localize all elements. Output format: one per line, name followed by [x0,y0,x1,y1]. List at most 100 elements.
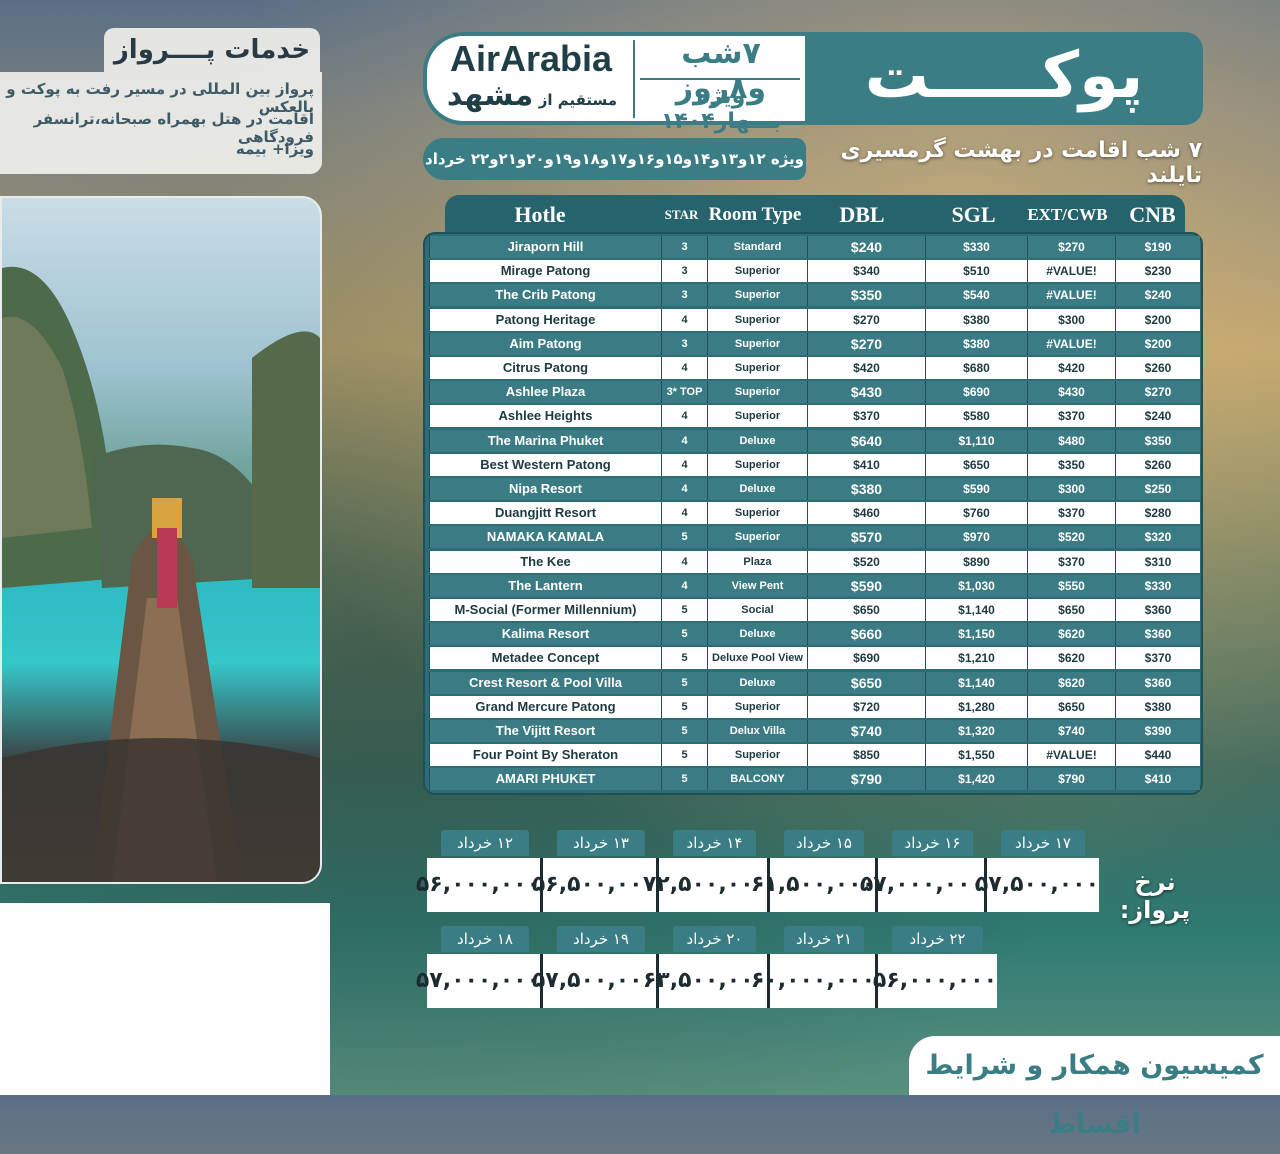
cell-sgl: $380 [925,308,1027,331]
cell-room: Superior [707,308,807,331]
cell-cnb: $260 [1115,357,1200,379]
fare-price: ۶۰,۰۰۰,۰۰۰ [751,954,878,1008]
fare-date-tab: ۱۴ خرداد [673,830,756,856]
cell-sgl: $1,110 [925,429,1027,452]
table-row: Metadee Concept 5 Deluxe Pool View $690 $1,2… [429,647,1200,670]
cell-room: Superior [707,260,807,283]
cell-star: 3 [661,332,707,355]
table-row: Jiraporn Hill 3 Standard $240 $330 $270 $190 [429,236,1200,258]
table-row: Ashlee Heights 4 Superior $370 $580 $370 $240 [429,405,1200,428]
cell-sgl: $510 [925,260,1027,283]
origin-city: مشهد [446,78,534,113]
cell-room: BALCONY [707,768,807,791]
fare-date-tab: ۲۱ خرداد [784,926,864,952]
cell-ext: $420 [1027,357,1115,379]
cell-ext: #VALUE! [1027,260,1115,283]
cell-room: Superior [707,284,807,307]
fare-date-tab: ۱۲ خرداد [441,830,529,856]
cell-dbl: $370 [807,405,925,428]
flight-fare-label: نرخ پرواز: [1119,868,1191,924]
cell-room: Deluxe Pool View [707,647,807,670]
cell-star: 4 [661,550,707,573]
cell-star: 5 [661,647,707,670]
cell-cnb: $280 [1115,502,1200,525]
cell-cnb: $370 [1115,647,1200,670]
table-row: Mirage Patong 3 Superior $340 $510 #VALUE! $23… [429,260,1200,283]
cell-ext: $370 [1027,502,1115,525]
cell-star: 5 [661,526,707,549]
airline-logo: AirArabia [449,38,613,79]
table-row: Four Point By Sheraton 5 Superior $850 $1,55… [429,744,1200,767]
cell-hotel: AMARI PHUKET [429,768,661,791]
cell-room: Superior [707,695,807,718]
hotel-table-header: Hotle STAR Room Type DBL SGL EXT/CWB CNB [445,195,1185,235]
cell-dbl: $340 [807,260,925,283]
cell-star: 4 [661,405,707,428]
cell-room: Delux Villa [707,720,807,742]
cell-hotel: Jiraporn Hill [429,236,661,258]
cell-star: 4 [661,308,707,331]
cell-room: Deluxe [707,623,807,646]
cell-room: Deluxe [707,429,807,452]
cell-dbl: $270 [807,332,925,355]
table-row: Crest Resort & Pool Villa 5 Deluxe $650 $1,1… [429,671,1200,694]
table-row: NAMAKA KAMALA 5 Superior $570 $970 $520 $320 [429,526,1200,549]
cell-star: 4 [661,478,707,500]
cell-ext: $790 [1027,768,1115,791]
cell-dbl: $240 [807,236,925,258]
header-sgl: SGL [951,202,996,227]
cell-room: Superior [707,332,807,355]
cell-ext: $650 [1027,599,1115,621]
cell-dbl: $430 [807,381,925,404]
hotel-price-table: Jiraporn Hill 3 Standard $240 $330 $270 $190 Mi… [423,232,1203,795]
cell-cnb: $320 [1115,526,1200,549]
cell-room: Superior [707,405,807,428]
cell-cnb: $260 [1115,453,1200,476]
cell-room: Superior [707,453,807,476]
cell-hotel: Crest Resort & Pool Villa [429,671,661,694]
cell-ext: $620 [1027,647,1115,670]
cell-cnb: $440 [1115,744,1200,767]
header-ext-cwb: EXT/CWB [1027,205,1108,224]
cell-hotel: Patong Heritage [429,308,661,331]
cell-dbl: $720 [807,695,925,718]
table-row: Patong Heritage 4 Superior $270 $380 $300 $200 [429,308,1200,331]
cell-dbl: $520 [807,550,925,573]
fare-date-tab: ۱۸ خرداد [441,926,529,952]
cell-cnb: $230 [1115,260,1200,283]
cell-ext: $350 [1027,453,1115,476]
cell-hotel: NAMAKA KAMALA [429,526,661,549]
cell-ext: $620 [1027,671,1115,694]
cell-star: 5 [661,744,707,767]
cell-ext: #VALUE! [1027,284,1115,307]
cell-sgl: $890 [925,550,1027,573]
cell-sgl: $540 [925,284,1027,307]
longtail-boat-photo [0,196,322,884]
cell-star: 4 [661,429,707,452]
cell-star: 3 [661,260,707,283]
cell-hotel: Mirage Patong [429,260,661,283]
cell-sgl: $1,140 [925,599,1027,621]
cell-dbl: $740 [807,720,925,742]
cell-dbl: $660 [807,623,925,646]
cell-cnb: $360 [1115,671,1200,694]
cell-sgl: $1,420 [925,768,1027,791]
header-hotel: Hotle [514,202,566,227]
commission-terms-banner[interactable]: کمیسیون همکار و شرایط اقساط [909,1036,1280,1140]
cell-hotel: Aim Patong [429,332,661,355]
table-row: The Vijitt Resort 5 Delux Villa $740 $1,320 $… [429,720,1200,742]
cell-hotel: Best Western Patong [429,453,661,476]
fare-price: ۵۷,۵۰۰,۰۰۰ [532,954,659,1008]
fare-price: ۵۶,۰۰۰,۰۰۰ [416,858,543,912]
table-row: Kalima Resort 5 Deluxe $660 $1,150 $620 $360 [429,623,1200,646]
cell-sgl: $330 [925,236,1027,258]
cell-star: 5 [661,768,707,791]
season-label: ویژه بـــهار۱۴۰۴ [661,84,781,134]
cell-dbl: $590 [807,574,925,597]
cell-dbl: $350 [807,284,925,307]
cell-cnb: $250 [1115,478,1200,500]
cell-ext: $650 [1027,695,1115,718]
cell-dbl: $380 [807,478,925,500]
cell-star: 4 [661,574,707,597]
services-panel: پرواز بین المللی در مسیر رفت به پوکت و ب… [0,72,322,174]
